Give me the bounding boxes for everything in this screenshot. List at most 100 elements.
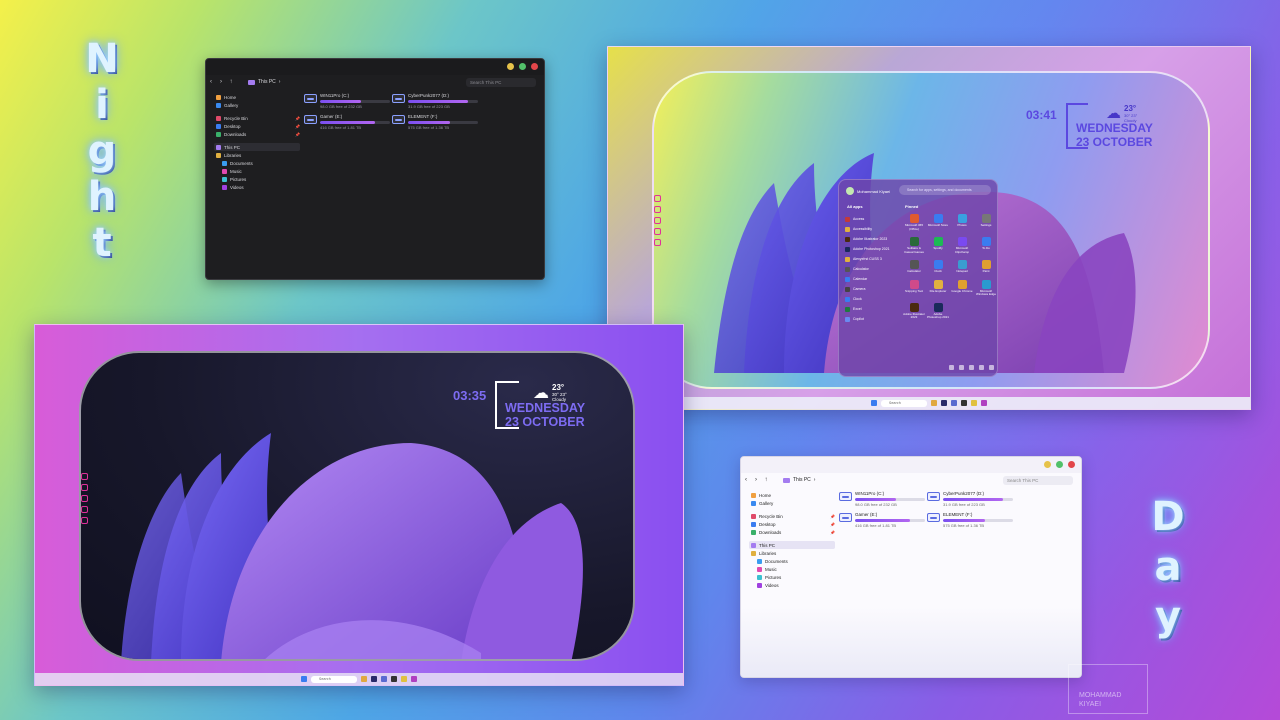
start-icon[interactable] [301, 676, 307, 682]
all-apps-item[interactable]: Access [845, 214, 901, 224]
record-icon[interactable] [654, 206, 661, 213]
pinned-app-tile[interactable]: Clock [927, 260, 949, 274]
up-icon[interactable]: ↑ [226, 79, 236, 85]
drive-item[interactable]: CyberPunk2077 (D:) 31.9 GB free of 223 GB [927, 491, 1015, 507]
trash-icon[interactable] [81, 495, 88, 502]
sidebar-item[interactable]: Recycle Bin 📌 [214, 114, 300, 122]
maximize-button[interactable] [519, 63, 526, 70]
pinned-app-tile[interactable]: Solitaire & Casual Games [903, 237, 925, 254]
heart-icon[interactable] [81, 517, 88, 524]
breadcrumb[interactable]: This PC › [783, 477, 815, 483]
back-icon[interactable]: ‹ [206, 79, 216, 85]
forward-icon[interactable]: › [751, 477, 761, 483]
all-apps-item[interactable]: Accessibility [845, 224, 901, 234]
pinned-app-tile[interactable]: Microsoft 365 (Office) [903, 214, 925, 231]
photoshop-icon[interactable] [941, 400, 947, 406]
sidebar-item[interactable]: Desktop 📌 [749, 520, 835, 528]
search-input[interactable]: Search This PC [1003, 475, 1073, 485]
sidebar-item[interactable]: Gallery [214, 101, 300, 109]
all-apps-item[interactable]: Clock [845, 294, 901, 304]
power-icon[interactable] [989, 365, 994, 370]
all-apps-item[interactable]: Calculator [845, 264, 901, 274]
pinned-app-tile[interactable]: To Do [975, 237, 997, 254]
documents-icon[interactable] [949, 365, 954, 370]
settings-icon[interactable] [969, 365, 974, 370]
app-icon[interactable] [381, 676, 387, 682]
pictures-icon[interactable] [959, 365, 964, 370]
app-icon[interactable] [951, 400, 957, 406]
pinned-app-tile[interactable]: Calculator [903, 260, 925, 274]
sidebar-item[interactable]: Music [749, 565, 835, 573]
pinned-app-tile[interactable]: Microsoft Store [927, 214, 949, 231]
explorer-icon[interactable] [931, 400, 937, 406]
pinned-app-tile[interactable]: Adobe Photoshop 2021 [927, 302, 949, 320]
sidebar-item[interactable]: Videos [749, 581, 835, 589]
sidebar-item[interactable]: Downloads 📌 [749, 528, 835, 536]
terminal-icon[interactable] [391, 676, 397, 682]
explorer-icon[interactable] [979, 365, 984, 370]
all-apps-item[interactable]: Adobe Photoshop 2021 [845, 244, 901, 254]
chat-icon[interactable] [654, 195, 661, 202]
app-icon[interactable] [981, 400, 987, 406]
folder-icon[interactable] [971, 400, 977, 406]
all-apps-item[interactable]: Alexyxfrst CUSS 3 [845, 254, 901, 264]
pinned-app-tile[interactable]: Spotify [927, 237, 949, 254]
all-apps-item[interactable]: Excel [845, 304, 901, 314]
minimize-button[interactable] [507, 63, 514, 70]
drive-item[interactable]: WIN11Pro (C:) 98.0 GB free of 232 GB [839, 491, 927, 507]
user-profile[interactable]: Mohammad Kiyaei [846, 187, 890, 195]
all-apps-item[interactable]: Camera [845, 284, 901, 294]
pinned-app-tile[interactable]: Paint [975, 260, 997, 274]
start-search-input[interactable]: Search for apps, settings, and documents [899, 185, 991, 195]
up-icon[interactable]: ↑ [761, 477, 771, 483]
breadcrumb[interactable]: This PC › [248, 79, 280, 85]
sidebar-item[interactable]: Libraries [749, 549, 835, 557]
sidebar-item[interactable]: Gallery [749, 499, 835, 507]
smile-icon[interactable] [654, 228, 661, 235]
taskbar-search[interactable]: Search [311, 675, 357, 683]
sidebar-item[interactable]: Home [749, 491, 835, 499]
all-apps-item[interactable]: Copilot [845, 314, 901, 324]
record-icon[interactable] [81, 484, 88, 491]
drive-item[interactable]: Gamer (E:) 416 GB free of 1.81 TB [839, 512, 927, 528]
sidebar-item[interactable]: Pictures [214, 175, 300, 183]
all-apps-item[interactable]: Adobe Illustrator 2023 [845, 234, 901, 244]
maximize-button[interactable] [1056, 461, 1063, 468]
sidebar-item[interactable]: Documents [214, 159, 300, 167]
heart-icon[interactable] [654, 239, 661, 246]
drive-item[interactable]: WIN11Pro (C:) 98.0 GB free of 232 GB [304, 93, 392, 109]
close-button[interactable] [1068, 461, 1075, 468]
pinned-app-tile[interactable]: Photos [951, 214, 973, 231]
sidebar-item[interactable]: Recycle Bin 📌 [749, 512, 835, 520]
sidebar-item[interactable]: Videos [214, 183, 300, 191]
all-apps-item[interactable]: Calendar [845, 274, 901, 284]
sidebar-item[interactable]: Documents [749, 557, 835, 565]
sidebar-item[interactable]: This PC [749, 541, 835, 549]
photoshop-icon[interactable] [371, 676, 377, 682]
sidebar-item[interactable]: Music [214, 167, 300, 175]
drive-item[interactable]: ELEMENT (F:) 575 GB free of 1.36 TB [392, 114, 480, 130]
sidebar-item[interactable]: Pictures [749, 573, 835, 581]
taskbar-search[interactable]: Search [881, 399, 927, 407]
sidebar-item[interactable]: This PC [214, 143, 300, 151]
forward-icon[interactable]: › [216, 79, 226, 85]
pinned-app-tile[interactable]: File Explorer [927, 279, 949, 297]
sidebar-item[interactable]: Libraries [214, 151, 300, 159]
trash-icon[interactable] [654, 217, 661, 224]
close-button[interactable] [531, 63, 538, 70]
pinned-app-tile[interactable]: Google Chrome [951, 279, 973, 297]
folder-icon[interactable] [401, 676, 407, 682]
pinned-app-tile[interactable]: Notepad [951, 260, 973, 274]
explorer-icon[interactable] [361, 676, 367, 682]
pinned-app-tile[interactable]: Microsoft Windows Edge [975, 279, 997, 297]
terminal-icon[interactable] [961, 400, 967, 406]
pinned-app-tile[interactable]: Microsoft Clipchamp [951, 237, 973, 254]
sidebar-item[interactable]: Home [214, 93, 300, 101]
pinned-app-tile[interactable]: Snipping Tool [903, 279, 925, 297]
sidebar-item[interactable]: Desktop 📌 [214, 122, 300, 130]
sidebar-item[interactable]: Downloads 📌 [214, 130, 300, 138]
drive-item[interactable]: Gamer (E:) 416 GB free of 1.81 TB [304, 114, 392, 130]
start-icon[interactable] [871, 400, 877, 406]
minimize-button[interactable] [1044, 461, 1051, 468]
pinned-app-tile[interactable]: Settings [975, 214, 997, 231]
